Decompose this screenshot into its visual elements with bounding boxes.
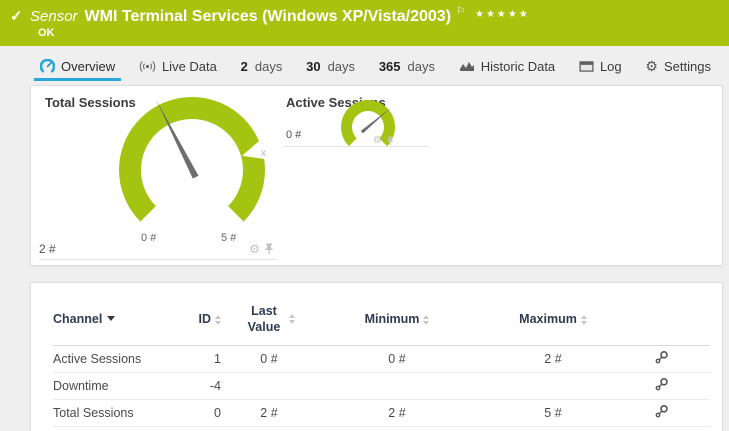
object-kind-label: Sensor (30, 8, 78, 25)
channel-last-value: 2 # (221, 406, 317, 420)
channel-name: Active Sessions (53, 352, 181, 366)
sensor-header: ✓ Sensor WMI Terminal Services (Windows X… (0, 0, 729, 46)
sensor-status-badge: OK (38, 27, 55, 39)
table-row-downtime: Downtime -4 (53, 373, 710, 400)
channel-settings-button[interactable] (655, 377, 669, 394)
tab-bar: Overview Live Data 2 days 30 days 365 da… (0, 51, 729, 81)
tab-log[interactable]: Log (573, 51, 628, 81)
gauge-settings-gear-icon[interactable]: ⚙ (373, 136, 382, 146)
column-header-last-value[interactable]: Last Value (221, 303, 317, 336)
status-ok-check-icon: ✓ (10, 7, 23, 25)
column-header-maximum[interactable]: Maximum (477, 312, 629, 326)
column-header-minimum[interactable]: Minimum (317, 312, 477, 326)
channel-name: Downtime (53, 379, 181, 393)
log-icon (579, 61, 594, 72)
channel-name: Total Sessions (53, 406, 181, 420)
channel-settings-button[interactable] (655, 350, 669, 367)
tab-30-days[interactable]: 30 days (300, 51, 361, 81)
prtg-sensor-page: ✓ Sensor WMI Terminal Services (Windows X… (0, 0, 729, 431)
page-title: WMI Terminal Services (Windows XP/Vista/… (85, 8, 452, 25)
gauge-scale-max: 5 # (221, 232, 236, 244)
channel-minimum: 2 # (317, 406, 477, 420)
channel-id: 0 (181, 406, 221, 420)
total-gauge-actions: ⚙ (249, 243, 274, 255)
gauge-divider (284, 146, 429, 147)
sort-icon (581, 315, 587, 325)
tab-2-days[interactable]: 2 days (235, 51, 289, 81)
channel-id: 1 (181, 352, 221, 366)
sort-desc-icon (107, 316, 115, 321)
live-data-icon (139, 60, 156, 73)
area-chart-icon (459, 60, 475, 72)
tab-settings[interactable]: ⚙ Settings (639, 51, 717, 81)
priority-flag-icon[interactable]: ⚐ (456, 6, 465, 17)
active-gauge-actions: ⚙ (373, 136, 394, 146)
gauge-settings-gear-icon[interactable]: ⚙ (249, 243, 260, 255)
tab-historic-data[interactable]: Historic Data (453, 51, 561, 81)
gauge-pin-icon[interactable] (264, 243, 274, 255)
table-row-total-sessions: Total Sessions 0 2 # 2 # 5 # (53, 400, 710, 427)
tab-live-data[interactable]: Live Data (133, 51, 223, 81)
channels-panel: Channel ID Last Value Minimum Maximum Ac… (30, 282, 723, 431)
table-header-row: Channel ID Last Value Minimum Maximum (53, 283, 710, 346)
gauge-pin-icon[interactable] (386, 136, 394, 146)
channel-id: -4 (181, 379, 221, 393)
gauge-scale-min: 0 # (141, 232, 156, 244)
channel-minimum: 0 # (317, 352, 477, 366)
column-header-channel[interactable]: Channel (53, 312, 181, 326)
gauge-divider (39, 259, 277, 260)
total-sessions-value: 2 # (39, 242, 56, 256)
channel-maximum: 5 # (477, 406, 629, 420)
tab-overview[interactable]: Overview (34, 51, 121, 81)
table-row-active-sessions: Active Sessions 1 0 # 0 # 2 # (53, 346, 710, 373)
sort-icon (423, 315, 429, 325)
active-sessions-gauge (337, 96, 399, 158)
channel-maximum: 2 # (477, 352, 629, 366)
gauge-icon (40, 59, 55, 74)
channel-settings-icon (655, 350, 669, 364)
channel-settings-button[interactable] (655, 404, 669, 421)
channel-settings-icon (655, 404, 669, 418)
gear-icon: ⚙ (645, 59, 658, 73)
channel-last-value: 0 # (221, 352, 317, 366)
priority-stars[interactable]: ★★★★★ (475, 9, 530, 20)
gauge-x-icon[interactable]: x (261, 148, 266, 159)
total-sessions-gauge (111, 89, 273, 251)
sort-icon (289, 314, 295, 324)
tab-365-days[interactable]: 365 days (373, 51, 441, 81)
active-sessions-value: 0 # (286, 129, 301, 141)
channels-table: Channel ID Last Value Minimum Maximum Ac… (31, 283, 722, 427)
gauges-panel: Total Sessions x 0 # 5 # 2 # ⚙ Active Se… (30, 85, 723, 266)
channel-settings-icon (655, 377, 669, 391)
column-header-id[interactable]: ID (181, 312, 221, 326)
